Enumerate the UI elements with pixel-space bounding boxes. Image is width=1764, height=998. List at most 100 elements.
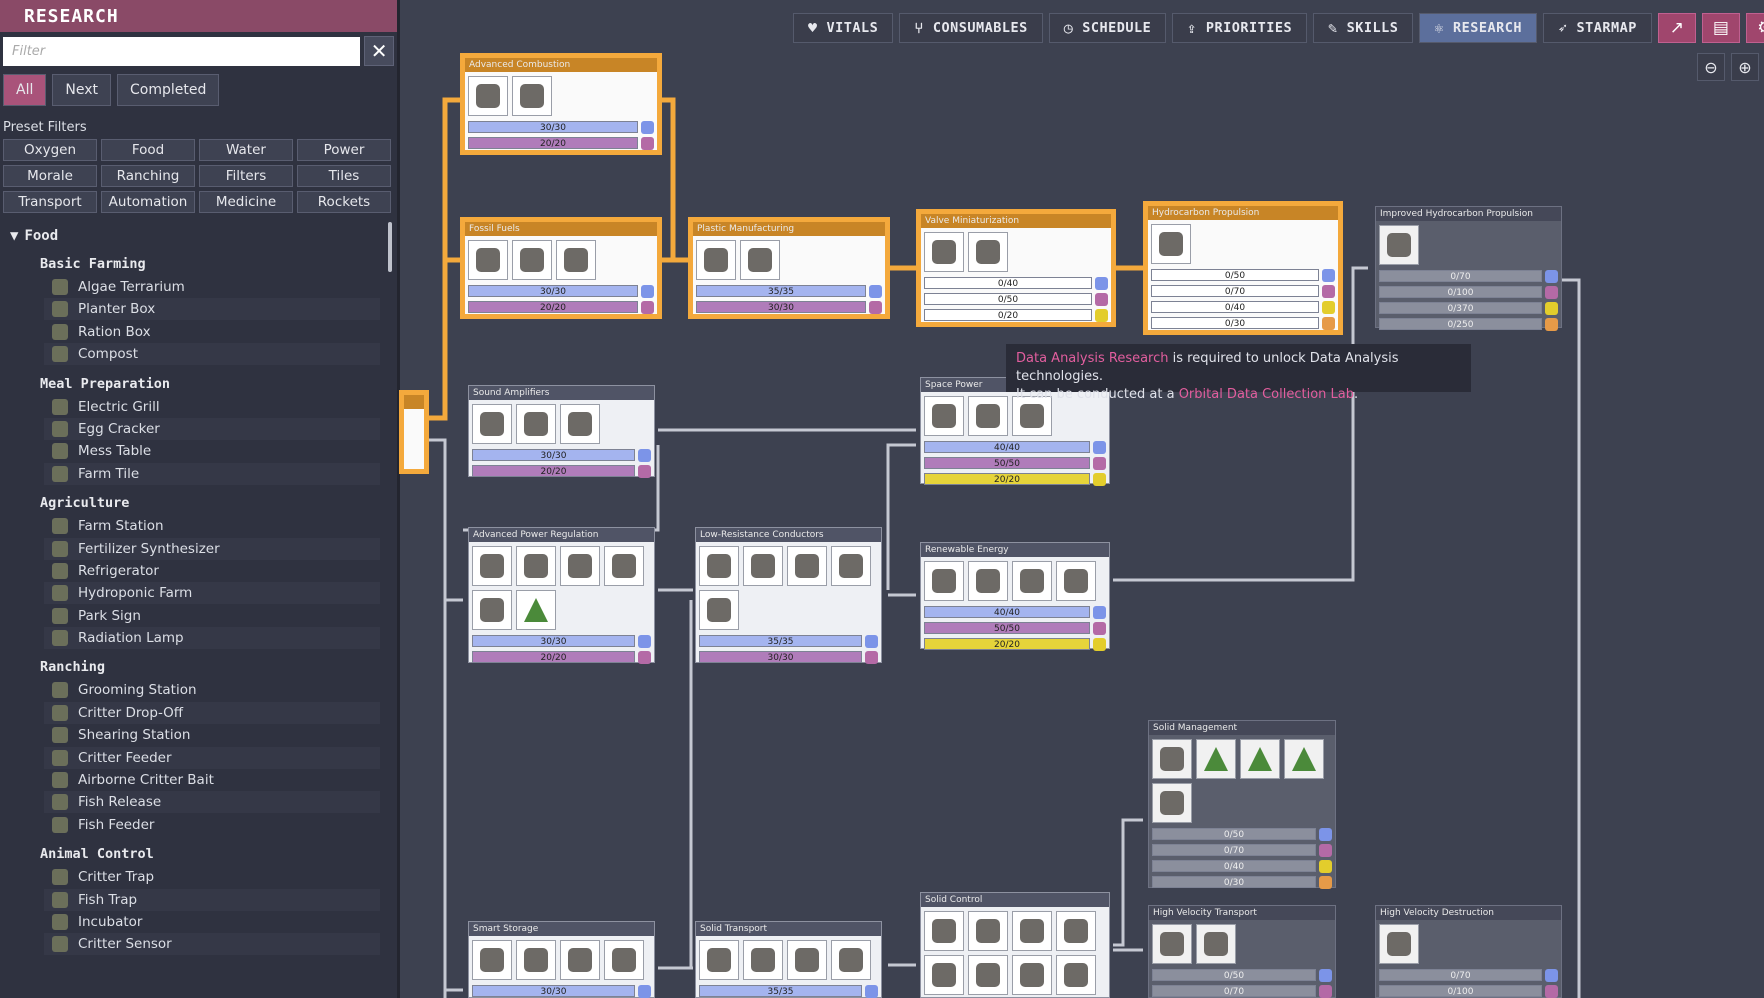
list-item[interactable]: Algae Terrarium [44,276,380,298]
building-icon[interactable] [831,546,871,586]
preset-filters[interactable]: Filters [199,165,293,187]
building-icon[interactable] [1151,224,1191,264]
building-icon[interactable] [787,546,827,586]
preset-rockets[interactable]: Rockets [297,191,391,213]
building-icon[interactable] [512,240,552,280]
building-icon[interactable] [924,955,964,995]
tech-node-low-resistance-conductors[interactable]: Low-Resistance Conductors 35/35 30/30 [695,527,882,664]
tech-node-improved-hydrocarbon-propulsion[interactable]: Improved Hydrocarbon Propulsion 0/70 0/1… [1375,206,1562,331]
building-icon[interactable] [560,404,600,444]
category-tree[interactable]: ▼ Food Basic Farming Algae Terrarium Plant… [0,222,397,998]
building-icon[interactable] [968,561,1008,601]
category-food[interactable]: ▼ Food [0,222,397,246]
tech-node-smart-storage[interactable]: Smart Storage 30/30 [468,921,655,998]
tab-completed[interactable]: Completed [116,74,220,106]
list-item[interactable]: Hydroponic Farm [44,582,380,605]
building-icon[interactable] [924,911,964,951]
tech-node-sound-amplifiers[interactable]: Sound Amplifiers 30/30 20/20 [468,385,655,478]
preset-automation[interactable]: Automation [101,191,195,213]
building-icon[interactable] [699,940,739,980]
building-icon[interactable] [472,940,512,980]
building-icon[interactable] [516,404,556,444]
preset-water[interactable]: Water [199,139,293,161]
building-icon[interactable] [1196,924,1236,964]
building-icon[interactable] [743,940,783,980]
building-icon[interactable] [516,940,556,980]
list-item[interactable]: Farm Station [44,515,380,537]
building-icon[interactable] [1152,783,1192,823]
tech-node-advanced-combustion[interactable]: Advanced Combustion 30/30 20/20 [460,53,662,155]
building-icon[interactable] [696,240,736,280]
list-item[interactable]: Refrigerator [44,560,380,582]
tech-node-partial[interactable] [399,390,429,474]
tech-node-high-velocity-transport[interactable]: High Velocity Transport 0/50 0/70 [1148,905,1336,998]
tooltip-lab-link[interactable]: Orbital Data Collection Lab [1179,387,1354,402]
tooltip-research-link[interactable]: Data Analysis Research [1016,351,1169,366]
building-icon[interactable] [604,940,644,980]
tech-node-solid-transport[interactable]: Solid Transport 35/35 [695,921,882,998]
list-item[interactable]: Park Sign [44,605,380,627]
building-icon[interactable] [1056,561,1096,601]
building-icon[interactable] [924,561,964,601]
building-icon[interactable] [1379,924,1419,964]
building-icon[interactable] [1012,911,1052,951]
building-icon[interactable] [787,940,827,980]
filter-input[interactable] [3,36,361,66]
building-icon[interactable] [516,546,556,586]
building-icon[interactable] [1012,561,1052,601]
list-item[interactable]: Critter Sensor [44,933,380,956]
preset-oxygen[interactable]: Oxygen [3,139,97,161]
building-icon[interactable] [1056,955,1096,995]
preset-medicine[interactable]: Medicine [199,191,293,213]
list-item[interactable]: Incubator [44,911,380,933]
building-icon[interactable] [1284,739,1324,779]
tech-node-renewable-energy[interactable]: Renewable Energy 40/40 50/50 20/20 [920,542,1110,651]
building-icon[interactable] [604,546,644,586]
preset-power[interactable]: Power [297,139,391,161]
list-item[interactable]: Fish Trap [44,888,380,911]
list-item[interactable]: Fish Release [44,791,380,814]
tab-next[interactable]: Next [52,74,111,106]
tech-node-plastic-manufacturing[interactable]: Plastic Manufacturing 35/35 30/30 [688,217,890,319]
list-item[interactable]: Farm Tile [44,462,380,485]
building-icon[interactable] [1240,739,1280,779]
building-icon[interactable] [468,76,508,116]
building-icon[interactable] [699,590,739,630]
building-icon[interactable] [968,396,1008,436]
building-icon[interactable] [1152,739,1192,779]
building-icon[interactable] [556,240,596,280]
building-icon[interactable] [699,546,739,586]
building-icon[interactable] [831,940,871,980]
tech-node-advanced-power-regulation[interactable]: Advanced Power Regulation 30/30 20/20 [468,527,655,664]
building-icon[interactable] [472,404,512,444]
list-item[interactable]: Planter Box [44,298,380,321]
list-item[interactable]: Fish Feeder [44,814,380,836]
building-icon[interactable] [1196,739,1236,779]
list-item[interactable]: Grooming Station [44,679,380,701]
list-item[interactable]: Egg Cracker [44,417,380,440]
building-icon[interactable] [968,232,1008,272]
list-item[interactable]: Shearing Station [44,724,380,746]
building-icon[interactable] [743,546,783,586]
list-item[interactable]: Airborne Critter Bait [44,769,380,791]
tech-node-high-velocity-destruction[interactable]: High Velocity Destruction 0/70 0/100 [1375,905,1562,998]
preset-morale[interactable]: Morale [3,165,97,187]
preset-tiles[interactable]: Tiles [297,165,391,187]
building-icon[interactable] [1056,911,1096,951]
building-icon[interactable] [512,76,552,116]
list-item[interactable]: Critter Drop-Off [44,701,380,724]
tech-node-solid-control[interactable]: Solid Control [920,892,1110,998]
building-icon[interactable] [968,911,1008,951]
list-item[interactable]: Critter Feeder [44,746,380,769]
building-icon[interactable] [560,940,600,980]
preset-transport[interactable]: Transport [3,191,97,213]
building-icon[interactable] [560,546,600,586]
tech-node-fossil-fuels[interactable]: Fossil Fuels 30/30 20/20 [460,217,662,319]
preset-ranching[interactable]: Ranching [101,165,195,187]
list-item[interactable]: Fertilizer Synthesizer [44,537,380,560]
building-icon[interactable] [516,590,556,630]
list-item[interactable]: Critter Trap [44,866,380,888]
tech-node-hydrocarbon-propulsion[interactable]: Hydrocarbon Propulsion 0/50 0/70 0/40 0/… [1143,201,1343,335]
building-icon[interactable] [924,232,964,272]
building-icon[interactable] [472,546,512,586]
